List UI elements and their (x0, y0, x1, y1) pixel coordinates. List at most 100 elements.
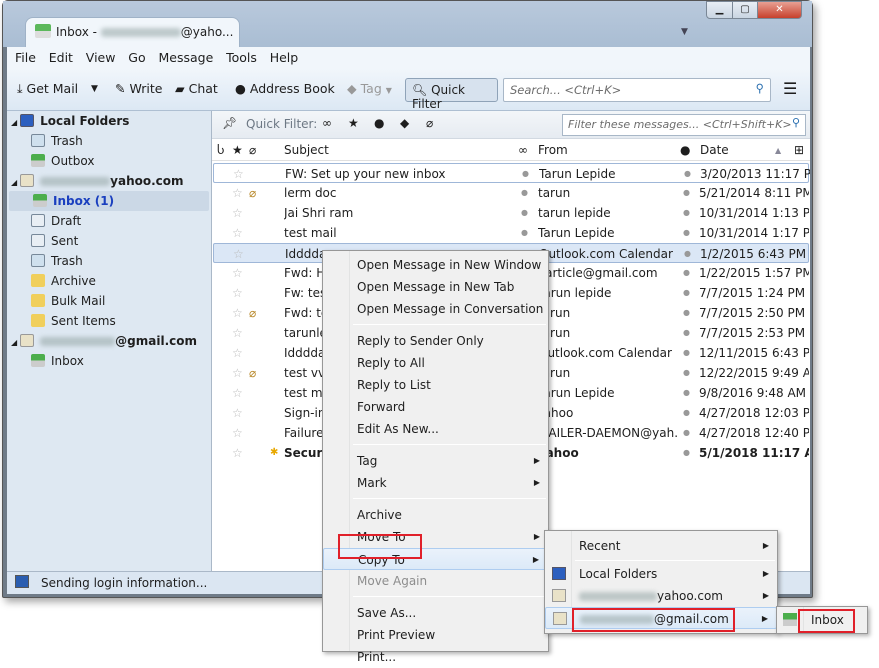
read-column-icon[interactable]: ∞ (518, 143, 528, 157)
junk-status-dot-icon[interactable]: ● (683, 383, 690, 403)
star-filter-icon[interactable]: ★ (348, 116, 359, 130)
star-icon[interactable]: ☆ (232, 423, 243, 443)
read-status-dot-icon[interactable]: ● (521, 223, 528, 243)
menu-item-print[interactable]: Print... (323, 646, 548, 668)
junk-status-dot-icon[interactable]: ● (684, 164, 691, 184)
menu-item-tag[interactable]: Tag ▶ (323, 450, 548, 472)
star-icon[interactable]: ☆ (232, 223, 243, 243)
read-status-dot-icon[interactable]: ● (522, 164, 529, 184)
address-book-button[interactable]: ● Address Book (235, 81, 335, 96)
menu-help[interactable]: Help (270, 50, 299, 65)
menu-item-open-message-in-conversation[interactable]: Open Message in Conversation (323, 298, 548, 320)
menu-view[interactable]: View (86, 50, 116, 65)
menu-item-open-message-in-new-tab[interactable]: Open Message in New Tab (323, 276, 548, 298)
read-status-dot-icon[interactable]: ● (521, 183, 528, 203)
menu-file[interactable]: File (15, 50, 36, 65)
get-mail-button[interactable]: ⤓ Get Mail (17, 81, 78, 97)
folder-outbox[interactable]: Outbox (7, 151, 207, 171)
menu-item-edit-as-new[interactable]: Edit As New... (323, 418, 548, 440)
star-icon[interactable]: ☆ (232, 383, 243, 403)
folder-trash[interactable]: Trash (7, 131, 207, 151)
chat-button[interactable]: ▰ Chat (175, 81, 218, 96)
folder-sent-items[interactable]: Sent Items (7, 311, 207, 331)
menu-item-reply-to-all[interactable]: Reply to All (323, 352, 548, 374)
folder-draft[interactable]: Draft (7, 211, 207, 231)
menu-item-save-as[interactable]: Save As... (323, 602, 548, 624)
subject-column[interactable]: Subject (284, 143, 329, 157)
maximize-button[interactable]: ▢ (732, 1, 758, 19)
write-button[interactable]: ✎ Write (115, 81, 162, 96)
junk-status-dot-icon[interactable]: ● (683, 323, 690, 343)
junk-status-dot-icon[interactable]: ● (683, 403, 690, 423)
pin-icon[interactable]: 📌︎ (222, 116, 237, 130)
date-column[interactable]: Date (700, 143, 729, 157)
menu-item-local-folders[interactable]: Local Folders ▶ (545, 563, 777, 585)
junk-status-dot-icon[interactable]: ● (683, 183, 690, 203)
folder-trash[interactable]: Trash (7, 251, 207, 271)
search-icon[interactable]: ⚲ (756, 81, 764, 95)
account-gmail[interactable]: ◢ @gmail.com (11, 331, 197, 351)
star-icon[interactable]: ☆ (232, 263, 243, 283)
menu-item-open-message-in-new-window[interactable]: Open Message in New Window (323, 254, 548, 276)
star-icon[interactable]: ☆ (233, 244, 244, 264)
close-button[interactable]: ✕ (757, 1, 802, 19)
attachment-filter-icon[interactable]: ⌀ (426, 116, 433, 130)
star-icon[interactable]: ☆ (232, 363, 243, 383)
menu-tools[interactable]: Tools (226, 50, 257, 65)
expand-triangle-icon[interactable]: ◢ (11, 118, 17, 127)
thread-column-icon[interactable]: Ⴑ (217, 143, 224, 157)
unread-filter-icon[interactable]: ∞ (322, 116, 332, 130)
read-status-dot-icon[interactable]: ● (521, 203, 528, 223)
folder-sent[interactable]: Sent (7, 231, 207, 251)
junk-status-dot-icon[interactable]: ● (683, 343, 690, 363)
expand-triangle-icon[interactable]: ◢ (11, 178, 17, 187)
message-row[interactable]: ☆ ⌀ lerm doc ● tarun ● 5/21/2014 8:11 PM (213, 183, 809, 203)
expand-triangle-icon[interactable]: ◢ (11, 338, 17, 347)
star-column-icon[interactable]: ★ (232, 143, 243, 157)
junk-status-dot-icon[interactable]: ● (683, 303, 690, 323)
get-mail-dropdown-icon[interactable]: ▼ (91, 84, 98, 94)
junk-status-dot-icon[interactable]: ● (683, 363, 690, 383)
menu-item-recent[interactable]: Recent ▶ (545, 535, 777, 557)
filter-messages-input[interactable]: Filter these messages... <Ctrl+Shift+K> ⚲ (562, 114, 806, 136)
star-icon[interactable]: ☆ (232, 303, 243, 323)
message-row[interactable]: ☆ FW: Set up your new inbox ● Tarun Lepide ●… (213, 163, 810, 184)
menu-item-forward[interactable]: Forward (323, 396, 548, 418)
menu-message[interactable]: Message (158, 50, 213, 65)
folder-inbox-[interactable]: Inbox (1) (9, 191, 209, 211)
star-icon[interactable]: ☆ (232, 403, 243, 423)
junk-status-dot-icon[interactable]: ● (683, 283, 690, 303)
menu-item-mark[interactable]: Mark ▶ (323, 472, 548, 494)
star-icon[interactable]: ☆ (232, 203, 243, 223)
junk-status-dot-icon[interactable]: ● (683, 443, 690, 463)
tag-button[interactable]: ◆ Tag ▼ (347, 81, 392, 96)
minimize-button[interactable]: ▁ (706, 1, 733, 19)
from-column[interactable]: From (538, 143, 568, 157)
junk-status-dot-icon[interactable]: ● (683, 223, 690, 243)
junk-status-dot-icon[interactable]: ● (684, 244, 691, 264)
menu-item-yahoo-com[interactable]: yahoo.com ▶ (545, 585, 777, 607)
menu-edit[interactable]: Edit (49, 50, 73, 65)
junk-status-dot-icon[interactable]: ● (683, 203, 690, 223)
menu-go[interactable]: Go (128, 50, 145, 65)
junk-status-dot-icon[interactable]: ● (683, 423, 690, 443)
account-yahoo[interactable]: ◢ yahoo.com (11, 171, 184, 191)
message-row[interactable]: ☆ test mail ● Tarun Lepide ● 10/31/2014 1:17 … (213, 223, 809, 243)
app-menu-icon[interactable]: ☰ (783, 79, 797, 98)
column-picker-icon[interactable]: ⊞ (794, 143, 804, 157)
star-icon[interactable]: ☆ (232, 343, 243, 363)
tab-list-dropdown-icon[interactable]: ▼ (681, 27, 688, 37)
tab-inbox[interactable]: Inbox - @yaho... (25, 17, 240, 47)
star-icon[interactable]: ☆ (233, 164, 244, 184)
account-local[interactable]: ◢ Local Folders (11, 111, 129, 131)
message-row[interactable]: ☆ Jai Shri ram ● tarun lepide ● 10/31/2014 1:… (213, 203, 809, 223)
star-icon[interactable]: ☆ (232, 323, 243, 343)
attachment-column-icon[interactable]: ⌀ (249, 143, 256, 157)
menu-item-reply-to-sender-only[interactable]: Reply to Sender Only (323, 330, 548, 352)
quick-filter-button[interactable]: 🔍︎ Quick Filter (405, 78, 498, 111)
star-icon[interactable]: ☆ (232, 443, 243, 463)
star-icon[interactable]: ☆ (232, 283, 243, 303)
star-icon[interactable]: ☆ (232, 183, 243, 203)
folder-archive[interactable]: Archive (7, 271, 207, 291)
folder-bulk-mail[interactable]: Bulk Mail (7, 291, 207, 311)
